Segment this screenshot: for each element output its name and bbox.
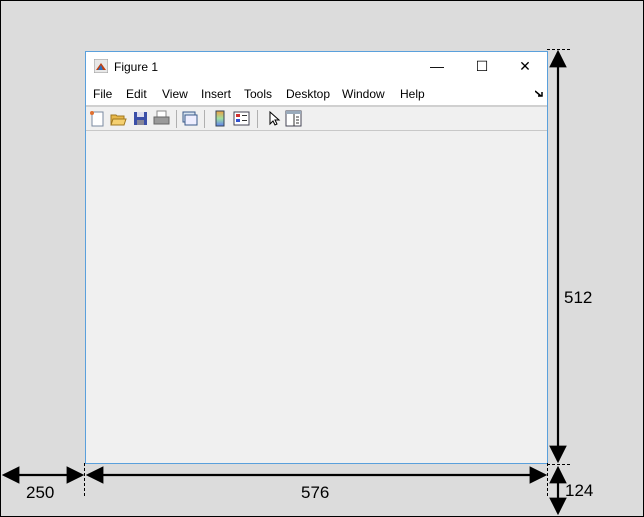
width-label: 576: [301, 483, 330, 502]
bottom-offset-label: 124: [565, 481, 594, 500]
figure-position-diagram: Figure 1 — ☐ ✕ File Edit View Insert Too…: [0, 0, 644, 517]
dimension-annotations: [1, 49, 570, 516]
left-offset-label: 250: [26, 483, 55, 502]
height-label: 512: [564, 288, 593, 307]
